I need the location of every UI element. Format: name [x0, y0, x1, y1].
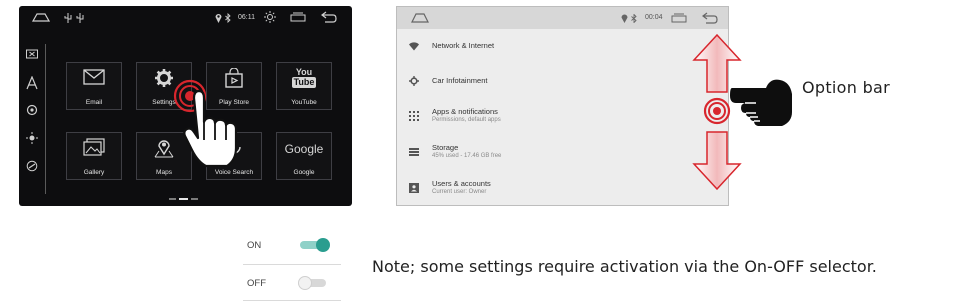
settings-item-network[interactable]: Network & Internet: [397, 31, 728, 61]
recent-apps-icon[interactable]: [290, 12, 306, 24]
toggle-on-label: ON: [247, 240, 262, 251]
youtube-logo-top: You: [295, 67, 313, 77]
toggle-on-knob: [316, 238, 330, 252]
settings-item-storage[interactable]: Storage 45% used - 17.46 GB free: [397, 137, 728, 167]
app-tile-youtube[interactable]: You Tube YouTube: [276, 62, 332, 110]
settings-item-title: Network & Internet: [432, 41, 495, 50]
divider: [243, 300, 341, 301]
activation-note: Note; some settings require activation v…: [372, 257, 877, 276]
location-icon: [621, 14, 628, 23]
wifi-icon: [409, 42, 419, 51]
toggle-off-label: OFF: [247, 278, 266, 289]
page-indicator: [169, 187, 201, 205]
home-icon[interactable]: [31, 12, 51, 24]
settings-item-title: Car Infotainment: [432, 76, 488, 85]
side-bar: [19, 44, 46, 194]
app-label: YouTube: [291, 99, 317, 106]
home-icon[interactable]: [411, 12, 429, 23]
user-icon: [409, 183, 419, 193]
app-label: Maps: [156, 169, 172, 176]
toggle-off-knob: [298, 276, 312, 290]
clock: 06:11: [238, 14, 255, 21]
recent-apps-icon[interactable]: [671, 13, 687, 23]
apps-grid-icon: [409, 111, 419, 121]
youtube-icon: You Tube: [277, 68, 331, 92]
toggle-off-switch[interactable]: [298, 276, 332, 290]
gear-icon: [409, 76, 419, 86]
status-bar: 06:11: [19, 6, 352, 32]
youtube-logo-bottom: Tube: [291, 77, 317, 88]
app-label: Voice Search: [214, 169, 254, 176]
settings-item-subtitle: Current user: Owner: [432, 189, 487, 195]
brightness-icon[interactable]: [264, 11, 276, 25]
settings-item-users[interactable]: Users & accounts Current user: Owner: [397, 173, 728, 203]
google-logo: Google: [284, 142, 324, 156]
app-label: Email: [85, 99, 103, 106]
settings-item-subtitle: Permissions, default apps: [432, 117, 501, 123]
back-icon[interactable]: [321, 11, 337, 25]
settings-item-title: Storage: [432, 143, 459, 152]
status-bar: 00:04: [397, 7, 728, 29]
settings-item-title: Users & accounts: [432, 179, 491, 188]
toggle-example: ON OFF: [241, 227, 341, 301]
settings-item-subtitle: 45% used - 17.46 GB free: [432, 153, 502, 159]
back-icon[interactable]: [702, 12, 718, 24]
app-label: Gallery: [83, 169, 105, 176]
settings-screen: 00:04 Network & Internet Car Infotainmen…: [396, 6, 729, 206]
divider: [243, 264, 341, 265]
launcher-screen: 06:11 Email Settings Play Store You Tube…: [19, 6, 352, 206]
hand-pointer-icon: [183, 89, 238, 168]
usb-icon: [76, 13, 84, 25]
app-tile-google[interactable]: Google Google: [276, 132, 332, 180]
app-label: Google: [293, 169, 315, 176]
app-tile-gallery[interactable]: Gallery: [66, 132, 122, 180]
radio-icon[interactable]: [25, 104, 39, 118]
app-tile-email[interactable]: Email: [66, 62, 122, 110]
email-icon: [67, 68, 121, 92]
clock: 00:04: [645, 14, 663, 21]
settings-item-apps[interactable]: Apps & notifications Permissions, defaul…: [397, 101, 728, 131]
arrow-down-icon: [692, 131, 742, 190]
navigation-icon[interactable]: [25, 75, 39, 90]
settings-item-title: Apps & notifications: [432, 107, 498, 116]
storage-icon: [409, 148, 419, 156]
brightness-icon[interactable]: [25, 132, 39, 146]
gallery-icon: [67, 138, 121, 162]
bluetooth-icon: [631, 14, 637, 23]
toggle-on-switch[interactable]: [298, 238, 332, 252]
settings-item-car-infotainment[interactable]: Car Infotainment: [397, 66, 728, 96]
bluetooth-icon: [225, 12, 231, 25]
option-bar-callout: Option bar: [802, 78, 891, 97]
usb-icon: [64, 13, 72, 25]
hand-pointer-icon: [730, 79, 792, 126]
close-app-icon[interactable]: [25, 48, 39, 62]
settings-dial-icon[interactable]: [25, 160, 39, 174]
location-icon: [215, 13, 222, 25]
